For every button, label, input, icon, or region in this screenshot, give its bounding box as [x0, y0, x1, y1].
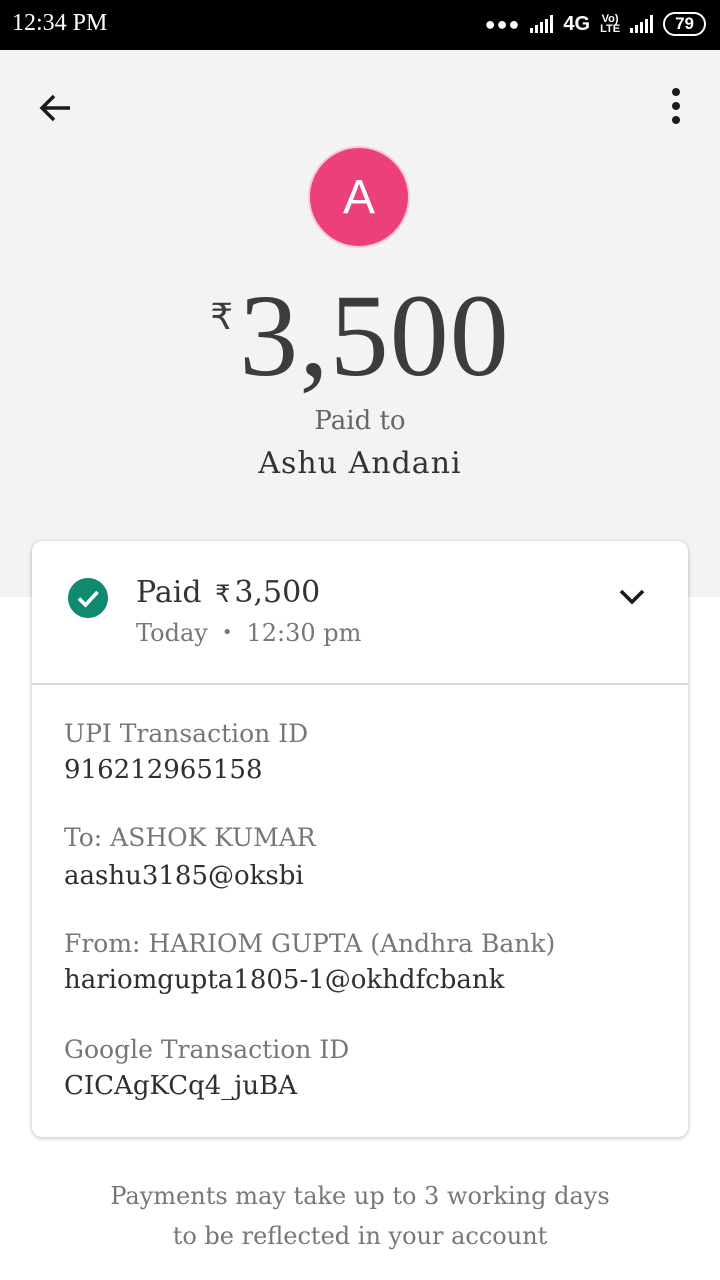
footer-note: Payments may take up to 3 working days t…: [0, 1176, 720, 1256]
google-transaction-id-value[interactable]: CICAgKCq4_juBA: [64, 1071, 297, 1101]
check-circle-icon: [68, 578, 108, 618]
battery-icon: 79: [663, 12, 706, 36]
more-vert-icon: [672, 88, 680, 124]
transaction-card: Paid ₹3,500 Today • 12:30 pm UPI Transacti…: [32, 541, 688, 1137]
expand-details-button[interactable]: [612, 581, 652, 613]
recipient-label: To: ASHOK KUMAR: [64, 823, 316, 852]
currency-symbol: ₹: [210, 297, 234, 338]
notification-dots-icon: ●●●: [484, 13, 521, 34]
google-transaction-id-label: Google Transaction ID: [64, 1035, 350, 1064]
arrow-left-icon: [39, 94, 70, 122]
status-time: 12:34 PM: [12, 10, 108, 36]
payment-time: 12:30 pm: [246, 619, 362, 647]
separator-dot: •: [221, 622, 233, 643]
volte-icon: Vo) LTE: [600, 13, 621, 35]
card-divider: [32, 683, 688, 685]
payee-name: Ashu Andani: [258, 446, 462, 481]
sender-upi-id[interactable]: hariomgupta1805-1@okhdfcbank: [64, 965, 504, 995]
status-currency: ₹: [215, 580, 231, 608]
status-icons: ●●● 4G Vo) LTE 79: [485, 12, 706, 36]
status-amount: 3,500: [234, 575, 321, 610]
payment-status: Paid ₹3,500: [136, 575, 320, 610]
amount-value: 3,500: [239, 270, 510, 401]
paid-to-label: Paid to: [314, 406, 406, 436]
status-prefix: Paid: [136, 575, 202, 610]
signal-strength-icon: [530, 15, 554, 33]
payment-datetime: Today • 12:30 pm: [136, 619, 361, 647]
amount-display: ₹3,500: [0, 268, 720, 404]
status-bar: 12:34 PM ●●● 4G Vo) LTE 79: [0, 0, 720, 50]
recipient-upi-id[interactable]: aashu3185@oksbi: [64, 861, 304, 891]
upi-transaction-id-value[interactable]: 916212965158: [64, 755, 263, 785]
footer-note-line1: Payments may take up to 3 working days: [110, 1182, 610, 1210]
sender-label: From: HARIOM GUPTA (Andhra Bank): [64, 929, 556, 958]
footer-note-line2: to be reflected in your account: [172, 1222, 548, 1250]
avatar: A: [308, 146, 410, 248]
more-options-button[interactable]: [660, 86, 692, 126]
signal-strength-2-icon: [630, 15, 654, 33]
chevron-down-icon: [619, 589, 645, 605]
back-button[interactable]: [36, 88, 76, 128]
network-type: 4G: [563, 12, 591, 35]
upi-transaction-id-label: UPI Transaction ID: [64, 719, 309, 748]
payment-day: Today: [136, 619, 208, 647]
